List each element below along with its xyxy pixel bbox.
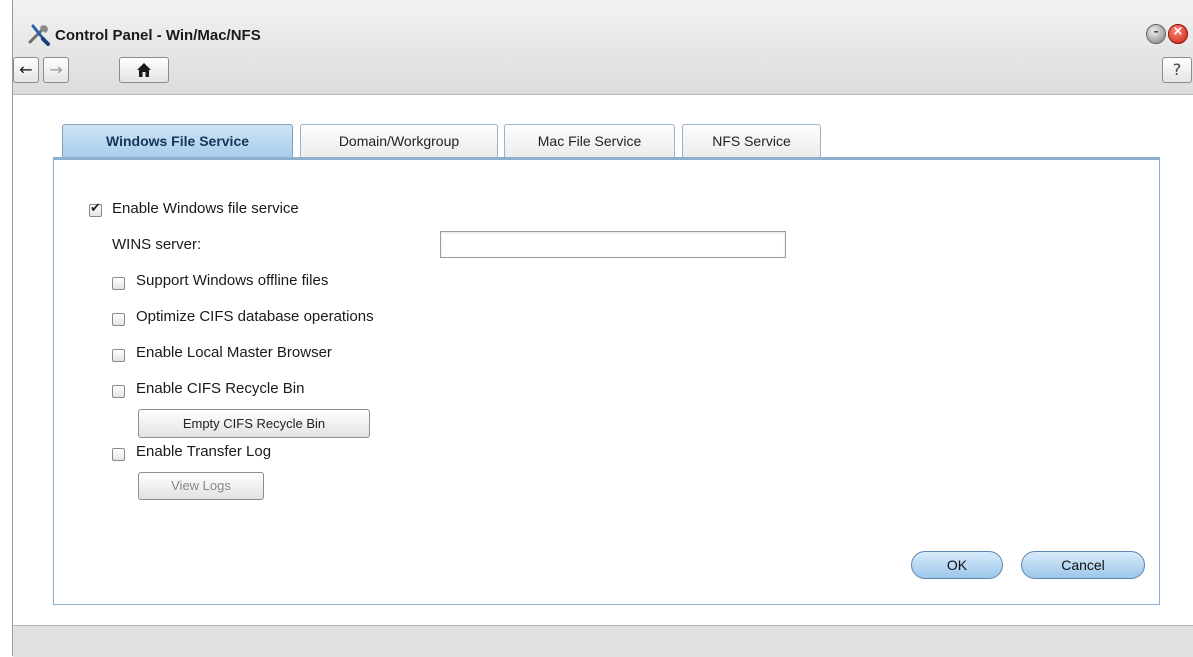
control-panel-window: Control Panel - Win/Mac/NFS – × ← → ? Wi… bbox=[12, 0, 1193, 657]
cifs-recycle-bin-label: Enable CIFS Recycle Bin bbox=[136, 380, 305, 397]
tab-mac-file-service[interactable]: Mac File Service bbox=[504, 124, 675, 157]
arrow-right-icon: → bbox=[49, 60, 63, 79]
tab-label: Windows File Service bbox=[105, 133, 250, 149]
local-master-browser-label: Enable Local Master Browser bbox=[136, 344, 332, 361]
tab-windows-file-service[interactable]: Windows File Service bbox=[62, 124, 293, 157]
transfer-log-label: Enable Transfer Log bbox=[136, 443, 272, 460]
optimize-cifs-label: Optimize CIFS database operations bbox=[136, 308, 374, 325]
forward-button[interactable]: → bbox=[43, 57, 69, 83]
help-button[interactable]: ? bbox=[1162, 57, 1192, 83]
window-title: Control Panel - Win/Mac/NFS bbox=[55, 27, 261, 44]
help-icon: ? bbox=[1172, 60, 1182, 79]
tab-label: Domain/Workgroup bbox=[338, 133, 460, 149]
status-bar bbox=[13, 625, 1193, 657]
empty-cifs-recycle-bin-button[interactable]: Empty CIFS Recycle Bin bbox=[138, 409, 370, 438]
transfer-log-checkbox[interactable] bbox=[112, 448, 125, 461]
tab-label: Mac File Service bbox=[537, 133, 642, 149]
tab-domain-workgroup[interactable]: Domain/Workgroup bbox=[300, 124, 498, 157]
optimize-cifs-checkbox[interactable] bbox=[112, 313, 125, 326]
title-bar: Control Panel - Win/Mac/NFS – × ← → ? bbox=[13, 0, 1193, 95]
offline-files-label: Support Windows offline files bbox=[136, 272, 329, 289]
wins-server-label: WINS server: bbox=[112, 236, 202, 253]
arrow-left-icon: ← bbox=[19, 60, 33, 79]
tab-label: NFS Service bbox=[712, 133, 791, 149]
enable-windows-file-service-label: Enable Windows file service bbox=[112, 200, 299, 217]
cancel-button[interactable]: Cancel bbox=[1021, 551, 1145, 579]
back-button[interactable]: ← bbox=[13, 57, 39, 83]
home-button[interactable] bbox=[119, 57, 169, 83]
minimize-button[interactable]: – bbox=[1146, 24, 1166, 44]
local-master-browser-checkbox[interactable] bbox=[112, 349, 125, 362]
ok-button[interactable]: OK bbox=[911, 551, 1003, 579]
close-icon: × bbox=[1172, 24, 1184, 39]
tab-nfs-service[interactable]: NFS Service bbox=[682, 124, 821, 157]
settings-panel: Windows File Service Domain/Workgroup Ma… bbox=[13, 95, 1193, 625]
windows-file-service-content: Enable Windows file service WINS server:… bbox=[53, 157, 1160, 605]
view-logs-button[interactable]: View Logs bbox=[138, 472, 264, 500]
wins-server-input[interactable] bbox=[440, 231, 786, 258]
cifs-recycle-bin-checkbox[interactable] bbox=[112, 385, 125, 398]
wrench-screwdriver-icon bbox=[28, 24, 50, 46]
home-icon bbox=[137, 63, 151, 77]
close-button[interactable]: × bbox=[1168, 24, 1188, 44]
offline-files-checkbox[interactable] bbox=[112, 277, 125, 290]
minimize-icon: – bbox=[1153, 25, 1159, 38]
enable-windows-file-service-checkbox[interactable] bbox=[89, 201, 102, 217]
